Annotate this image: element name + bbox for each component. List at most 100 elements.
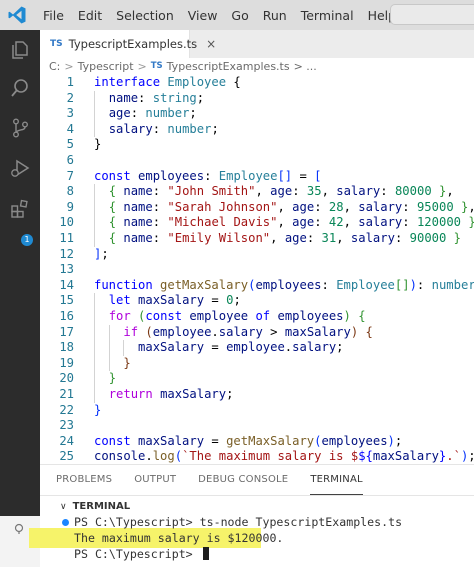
code-line[interactable]: 4 salary: number; xyxy=(40,122,474,138)
code-token: { xyxy=(108,199,117,214)
code-line[interactable]: 25 console.log(`The maximum salary is $${… xyxy=(40,449,474,464)
menu-file[interactable]: File xyxy=(36,8,71,23)
line-number: 19 xyxy=(59,355,74,370)
code-line[interactable]: 1 interface Employee { xyxy=(40,75,474,91)
code-token: ; xyxy=(336,340,344,355)
menu-selection[interactable]: Selection xyxy=(109,8,181,23)
tab-terminal[interactable]: TERMINAL xyxy=(310,465,363,495)
code-line[interactable]: 8 { name: "John Smith", age: 35, salary:… xyxy=(40,184,474,200)
code-token: 80000 xyxy=(394,184,432,199)
line-number: 4 xyxy=(66,121,74,136)
terminal-command-text: PS C:\Typescript> ts-node TypescriptExam… xyxy=(74,515,403,529)
code-line[interactable]: 11 { name: "Emily Wilson", age: 31, sala… xyxy=(40,231,474,247)
line-number: 24 xyxy=(59,433,74,448)
breadcrumb-trail[interactable]: > ... xyxy=(294,60,317,73)
code-line[interactable]: 10 { name: "Michael Davis", age: 42, sal… xyxy=(40,215,474,231)
code-token: age xyxy=(270,184,293,199)
code-token: ) xyxy=(409,277,417,292)
code-line[interactable]: 17 if (employee.salary > maxSalary) { xyxy=(40,325,474,341)
code-token: employees xyxy=(277,309,344,323)
code-token: : xyxy=(130,106,146,121)
code-token: ) xyxy=(343,309,351,323)
code-line[interactable]: 22} xyxy=(40,403,474,419)
breadcrumb-folder[interactable]: Typescript xyxy=(78,60,134,73)
tab-debug-console[interactable]: DEBUG CONSOLE xyxy=(198,465,288,495)
code-line[interactable]: 14 function getMaxSalary(employees: Emplo… xyxy=(40,278,474,294)
code-token: > xyxy=(262,324,285,339)
code-token: "Michael Davis" xyxy=(167,215,278,230)
code-line[interactable]: 5} xyxy=(40,137,474,153)
menu-go[interactable]: Go xyxy=(224,8,255,23)
code-token: ; xyxy=(211,121,219,136)
line-number: 23 xyxy=(59,418,74,433)
code-token: 28 xyxy=(328,199,344,214)
code-editor[interactable]: 1 interface Employee {2 name: string; 3 ag… xyxy=(40,74,474,464)
command-center-search[interactable] xyxy=(390,4,474,25)
code-text: if (employee.salary > maxSalary) { xyxy=(94,325,373,341)
search-icon[interactable] xyxy=(0,70,40,106)
code-token: . xyxy=(211,324,219,339)
code-text: } xyxy=(94,356,130,372)
code-text: { name: "John Smith", age: 35, salary: 8… xyxy=(94,184,454,200)
line-number: 11 xyxy=(59,231,74,245)
menu-edit[interactable]: Edit xyxy=(71,8,109,23)
line-number: 18 xyxy=(59,340,74,355)
code-line[interactable]: 19 } xyxy=(40,356,474,372)
code-line[interactable]: 18 maxSalary = employee.salary; xyxy=(40,340,474,356)
tab-problems[interactable]: PROBLEMS xyxy=(56,465,112,495)
title-bar: File Edit Selection View Go Run Terminal… xyxy=(0,0,474,30)
code-token: employee xyxy=(152,324,212,339)
code-text: { name: "Sarah Johnson", age: 28, salary… xyxy=(94,200,474,216)
code-line[interactable]: 16 for (const employee of employees) { xyxy=(40,309,474,325)
menu-terminal[interactable]: Terminal xyxy=(294,8,361,23)
line-number: 21 xyxy=(59,387,74,401)
code-line[interactable]: 7 const employees: Employee[] = [ xyxy=(40,169,474,185)
code-token: employees xyxy=(255,277,322,292)
close-icon[interactable]: × xyxy=(206,37,216,51)
code-token: : xyxy=(152,231,168,245)
run-debug-icon[interactable] xyxy=(0,150,40,186)
terminal-command-line: PS C:\Typescript> ts-node TypescriptExam… xyxy=(62,514,402,530)
code-token: ( xyxy=(174,449,183,464)
code-token: . xyxy=(145,449,153,464)
code-text: const maxSalary = getMaxSalary(employees… xyxy=(94,434,402,450)
menu-view[interactable]: View xyxy=(181,8,225,23)
source-control-icon[interactable] xyxy=(0,110,40,146)
code-token: : xyxy=(402,215,417,230)
tab-typescriptexamples[interactable]: TS TypescriptExamples.ts × xyxy=(40,30,216,58)
terminal-pin-icon[interactable] xyxy=(13,522,25,534)
code-line[interactable]: 3 age: number; xyxy=(40,106,474,122)
line-number: 15 xyxy=(59,293,74,308)
breadcrumb-file[interactable]: TypescriptExamples.ts xyxy=(167,60,290,73)
code-line[interactable]: 21 return maxSalary; xyxy=(40,387,474,403)
tab-output[interactable]: OUTPUT xyxy=(134,465,176,495)
code-line[interactable]: 23 xyxy=(40,418,474,434)
code-token: 31 xyxy=(321,231,337,245)
code-line[interactable]: 15 let maxSalary = 0; xyxy=(40,293,474,309)
code-token: : xyxy=(321,277,337,292)
code-line[interactable]: 20 } xyxy=(40,371,474,387)
code-text: for (const employee of employees) { xyxy=(94,309,366,325)
code-token: maxSalary xyxy=(372,449,439,464)
code-token: Employee xyxy=(167,75,227,89)
code-line[interactable]: 24 const maxSalary = getMaxSalary(employe… xyxy=(40,434,474,450)
code-line[interactable]: 6 xyxy=(40,153,474,169)
code-line[interactable]: 2 name: string; xyxy=(40,91,474,107)
explorer-icon[interactable] xyxy=(0,32,40,68)
line-number: 12 xyxy=(59,246,74,261)
breadcrumb-root[interactable]: C: xyxy=(49,60,60,73)
code-token: : xyxy=(306,231,322,245)
code-line[interactable]: 9 { name: "Sarah Johnson", age: 28, sala… xyxy=(40,200,474,216)
terminal-prompt-line[interactable]: PS C:\Typescript> xyxy=(74,546,209,562)
panel-tab-bar: PROBLEMS OUTPUT DEBUG CONSOLE TERMINAL xyxy=(40,465,474,495)
code-token: for xyxy=(108,309,139,323)
typescript-file-icon: TS xyxy=(150,61,163,71)
code-line[interactable]: 13 xyxy=(40,262,474,278)
menu-run[interactable]: Run xyxy=(256,8,294,23)
code-token: name xyxy=(108,90,139,105)
code-line[interactable]: 12]; xyxy=(40,247,474,263)
extensions-icon[interactable] xyxy=(0,190,40,226)
